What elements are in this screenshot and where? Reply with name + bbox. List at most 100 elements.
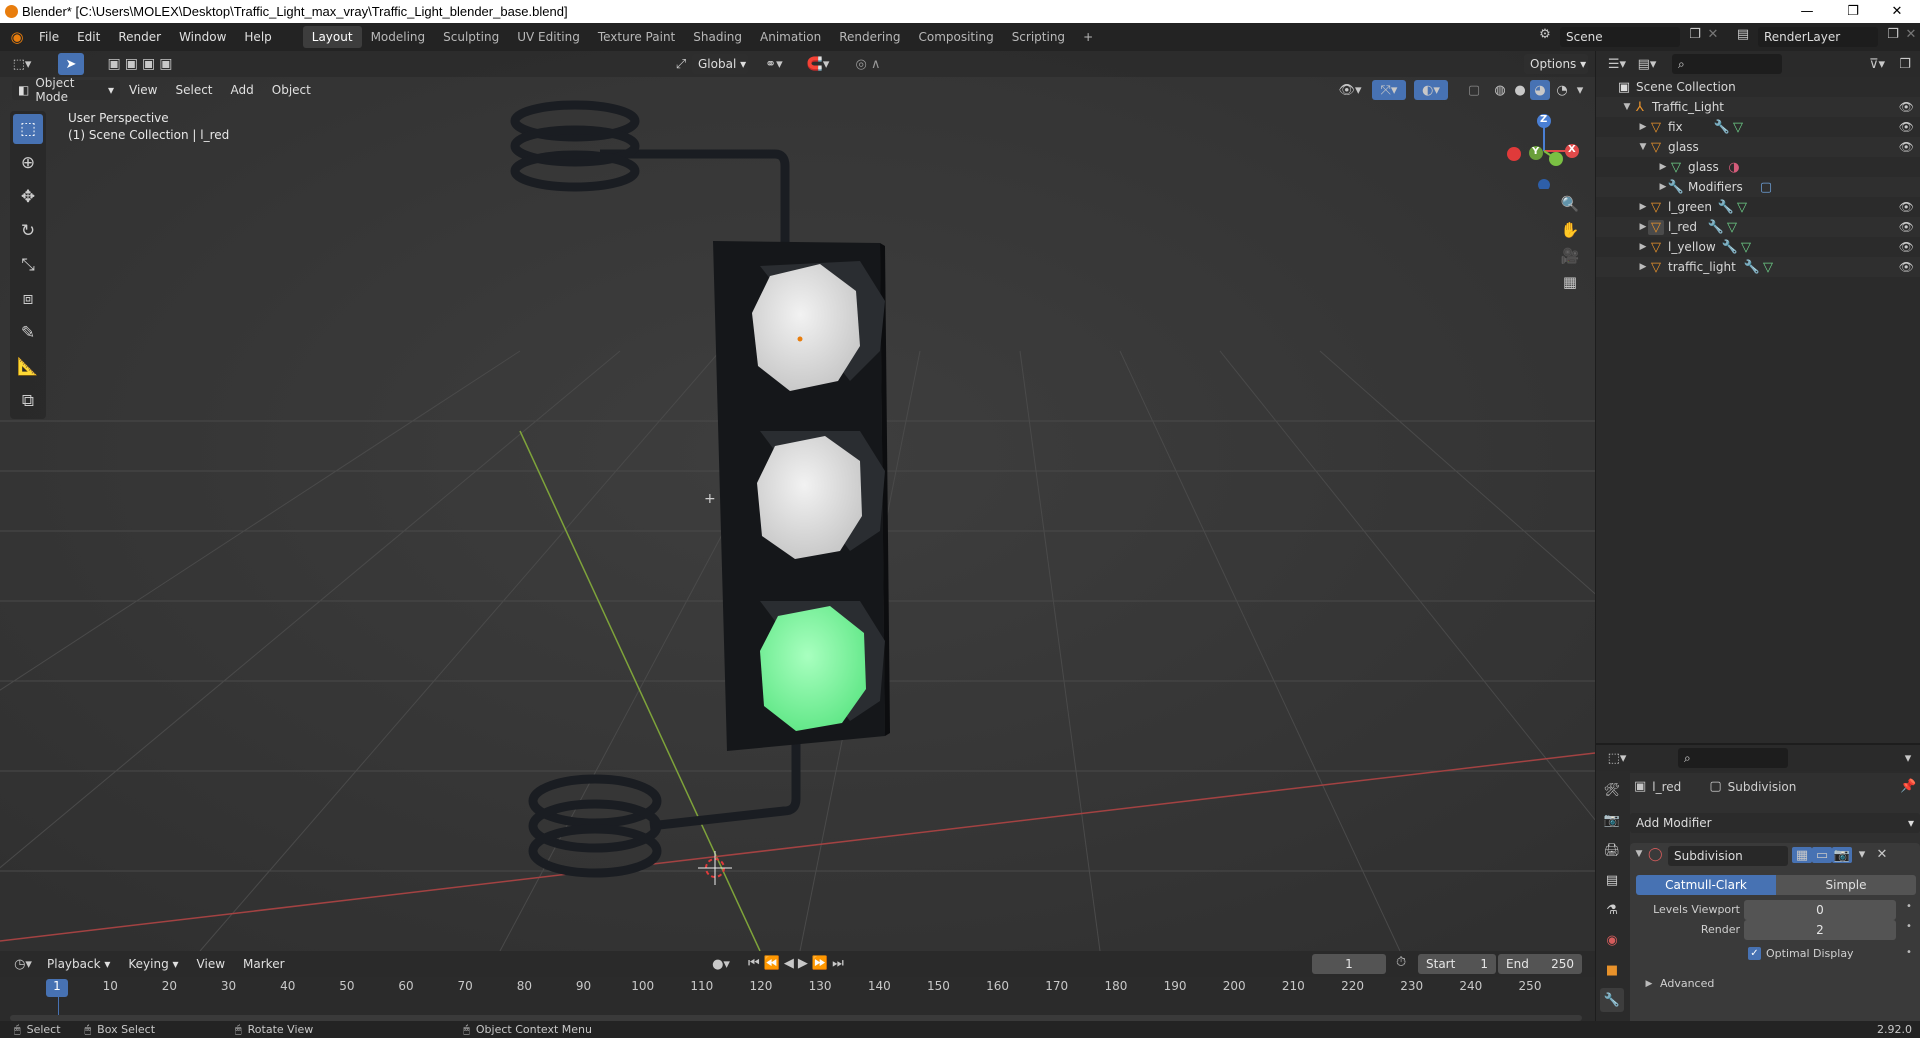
start-frame-field[interactable]: Start 1 [1418,954,1496,974]
scene-selector[interactable]: Scene [1560,27,1680,47]
properties-options-icon[interactable]: ▾ [1900,751,1916,766]
keyframe-dot-icon[interactable]: • [1906,921,1912,932]
expand-icon[interactable]: ▶ [1638,202,1648,212]
proportional-edit-icon[interactable]: ◎ ∧ [848,57,888,72]
scene-tab-icon[interactable]: ⚗ [1600,898,1624,922]
collapse-icon[interactable]: ▼ [1634,849,1644,859]
viewport-toggle-icon[interactable]: ▭ [1812,847,1832,863]
snapping-icon[interactable]: 🧲▾ [796,57,840,72]
viewport-menu-view[interactable]: View [120,83,166,97]
blender-menu-icon[interactable]: ◉ [4,28,30,46]
pivot-point-icon[interactable]: ⚭▾ [760,57,788,72]
render-levels-field[interactable]: 2 [1744,920,1896,940]
timeline-menu-playback[interactable]: Playback ▾ [38,957,119,971]
optimal-display-row[interactable]: ✓ Optimal Display [1748,947,1854,960]
next-keyframe-icon[interactable]: ⏩ [812,956,828,971]
outliner-row-l-yellow[interactable]: ▶ ▽ l_yellow 🔧 ▽ 👁 [1596,237,1920,257]
visibility-eye-icon[interactable]: 👁 [1899,220,1914,234]
current-frame-field[interactable]: 1 [1312,954,1386,974]
menu-help[interactable]: Help [235,30,280,44]
shading-rendered-icon[interactable]: ◔ [1552,83,1572,98]
expand-icon[interactable]: ▶ [1644,979,1654,989]
tool-tab-icon[interactable]: 🛠 [1600,778,1624,802]
minimize-button[interactable]: — [1784,0,1830,23]
filter-icon[interactable]: ⊽▾ [1862,57,1892,72]
levels-viewport-field[interactable]: 0 [1744,900,1896,920]
display-mode-icon[interactable]: ▤▾ [1632,57,1662,72]
end-frame-field[interactable]: End 250 [1498,954,1582,974]
camera-view-icon[interactable]: 🎥 [1561,247,1580,265]
xray-toggle-icon[interactable]: ▢ [1464,83,1484,98]
catmull-clark-button[interactable]: Catmull-Clark [1636,875,1776,895]
visibility-eye-icon[interactable]: 👁 [1899,240,1914,254]
pin-icon[interactable]: 📌 [1900,779,1916,794]
new-collection-icon[interactable]: ❐ [1894,57,1916,72]
modifier-name-field[interactable]: Subdivision [1668,846,1788,866]
visibility-eye-icon[interactable]: 👁 [1899,260,1914,274]
add-workspace-button[interactable]: + [1074,26,1102,48]
render-tab-icon[interactable]: 📷 [1600,808,1624,832]
world-tab-icon[interactable]: ◉ [1600,928,1624,952]
tab-layout[interactable]: Layout [302,26,362,48]
selection-mode-icons[interactable]: ▣▣▣▣ [94,56,190,72]
tab-shading[interactable]: Shading [684,26,751,48]
outliner-row-glass[interactable]: ▼ ▽ glass 👁 [1596,137,1920,157]
outliner-row-l-green[interactable]: ▶ ▽ l_green 🔧 ▽ 👁 [1596,197,1920,217]
transform-tool-icon[interactable]: ⧈ [13,284,43,314]
zoom-icon[interactable]: 🔍 [1561,195,1580,213]
modifier-tab-icon[interactable]: 🔧 [1600,988,1624,1012]
jump-end-icon[interactable]: ⏭ [832,956,844,971]
outliner-row-modifiers[interactable]: ▶ 🔧 Modifiers ▢ [1596,177,1920,197]
timeline-menu-view[interactable]: View [188,957,234,971]
ortho-grid-icon[interactable]: ▦ [1563,273,1577,291]
preview-range-icon[interactable]: ⏱ [1396,955,1406,970]
view-layer-icon[interactable]: ▤ [1730,27,1756,42]
menu-render[interactable]: Render [109,30,170,44]
tab-compositing[interactable]: Compositing [909,26,1002,48]
render-layer-selector[interactable]: RenderLayer [1758,27,1878,47]
rotate-tool-icon[interactable]: ↻ [13,216,43,246]
navigation-gizmo[interactable]: Z X Y [1494,109,1584,191]
outliner-row-traffic-light[interactable]: ▼ ⅄ Traffic_Light 👁 [1596,97,1920,117]
expand-icon[interactable]: ▶ [1658,182,1668,192]
tab-scripting[interactable]: Scripting [1003,26,1074,48]
expand-icon[interactable]: ▶ [1638,242,1648,252]
object-tab-icon[interactable]: ■ [1600,958,1624,982]
scale-tool-icon[interactable]: ⤡ [13,250,43,280]
visibility-eye-icon[interactable]: 👁 [1899,200,1914,214]
add-cube-tool-icon[interactable]: ⧉ [13,386,43,416]
tab-texture-paint[interactable]: Texture Paint [589,26,684,48]
annotate-tool-icon[interactable]: ✎ [13,318,43,348]
expand-icon[interactable]: ▶ [1638,122,1648,132]
shading-solid-icon[interactable]: ● [1510,83,1530,98]
properties-search[interactable]: ⌕ [1678,748,1788,768]
expand-icon[interactable]: ▶ [1658,162,1668,172]
delete-scene-icon[interactable]: ✕ [1706,27,1720,42]
simple-button[interactable]: Simple [1776,875,1916,895]
outliner-editor-type-icon[interactable]: ☰▾ [1602,57,1632,72]
render-toggle-icon[interactable]: 📷 [1832,847,1852,863]
shading-material-icon[interactable]: ◕ [1530,80,1550,100]
expand-icon[interactable]: ▶ [1638,222,1648,232]
viewport-menu-object[interactable]: Object [263,83,320,97]
timeline-ruler[interactable]: 1 10 20 30 40 50 60 70 80 90 100 110 120 130 140 150 160… [0,979,1595,999]
properties-editor-type-icon[interactable]: ⬚▾ [1602,751,1632,766]
optimal-display-checkbox[interactable]: ✓ [1748,947,1761,960]
timeline-menu-marker[interactable]: Marker [234,957,293,971]
select-tool-icon[interactable]: ➤ [58,53,84,75]
expand-icon[interactable]: ▼ [1622,102,1632,112]
options-dropdown[interactable]: Options ▾ [1524,54,1588,74]
visibility-eye-icon[interactable]: 👁 [1899,120,1914,134]
tab-animation[interactable]: Animation [751,26,830,48]
menu-edit[interactable]: Edit [68,30,109,44]
viewport-menu-select[interactable]: Select [166,83,221,97]
object-mode-dropdown[interactable]: ◧ Object Mode ▾ [12,76,120,104]
advanced-subpanel[interactable]: ▶ Advanced [1644,977,1715,990]
timeline-menu-keying[interactable]: Keying ▾ [119,957,187,971]
keyframe-dot-icon[interactable]: • [1906,901,1912,912]
play-icon[interactable]: ▶ [798,956,808,971]
editor-type-icon[interactable]: ⬚▾ [6,57,38,72]
outliner-row-fix[interactable]: ▶ ▽ fix 🔧 ▽ 👁 [1596,117,1920,137]
shading-wireframe-icon[interactable]: ◍ [1490,83,1510,98]
timeline-editor-type-icon[interactable]: ◷▾ [8,957,38,972]
